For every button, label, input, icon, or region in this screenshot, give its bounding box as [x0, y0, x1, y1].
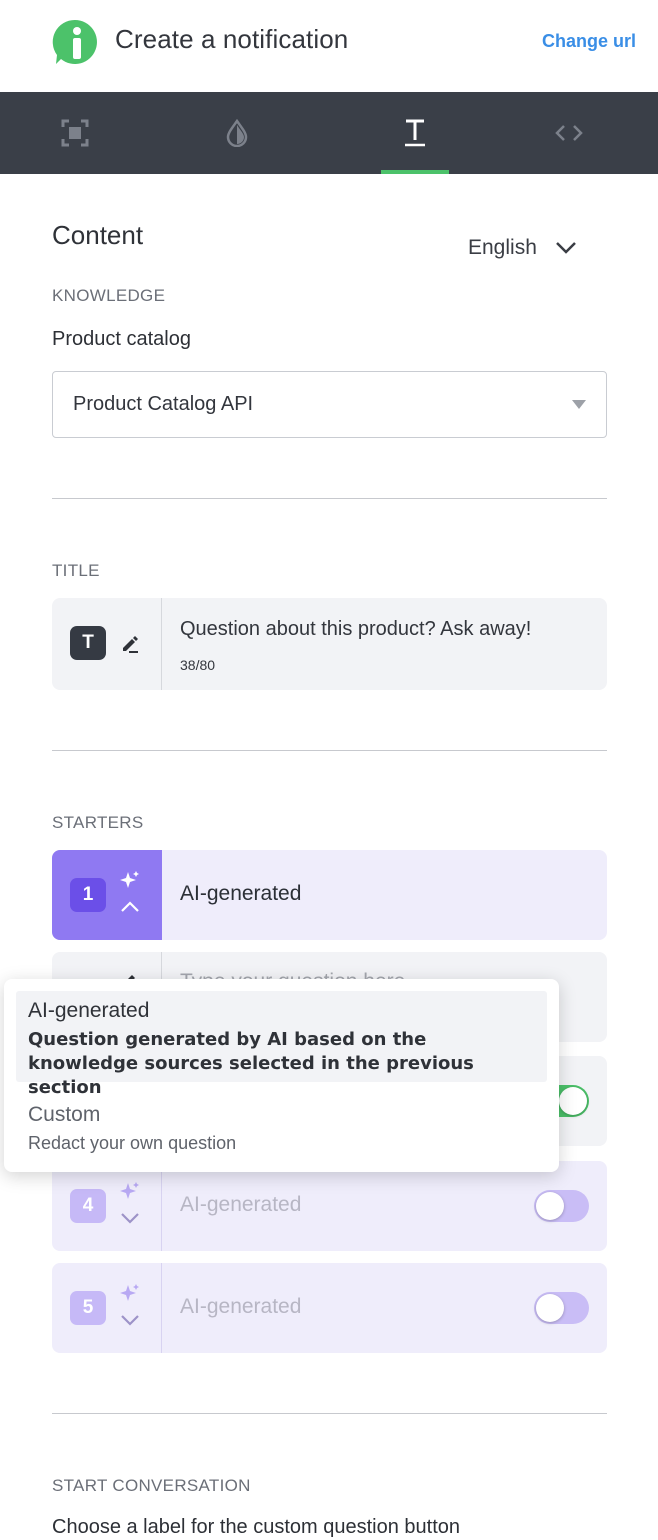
- toggle-knob: [559, 1087, 587, 1115]
- product-catalog-select[interactable]: Product Catalog API: [52, 371, 607, 438]
- starter-type-dropdown: AI-generated Question generated by AI ba…: [4, 979, 559, 1172]
- tab-code[interactable]: [524, 92, 614, 174]
- option-description: Question generated by AI based on the kn…: [28, 1029, 474, 1098]
- toggle-knob: [536, 1294, 564, 1322]
- page-title: Create a notification: [115, 24, 349, 54]
- product-catalog-label: Product catalog: [52, 328, 191, 350]
- frame-icon: [61, 119, 89, 147]
- option-title: AI-generated: [28, 999, 150, 1022]
- option-title: Custom: [28, 1103, 101, 1126]
- title-value: Question about this product? Ask away!: [180, 618, 532, 640]
- starter-controls: 4: [52, 1161, 162, 1251]
- starter-controls: 5: [52, 1263, 162, 1353]
- tab-content[interactable]: [381, 92, 449, 174]
- tab-layout[interactable]: [30, 92, 120, 174]
- sparkles-icon: [120, 1182, 139, 1199]
- starter-toggle[interactable]: [534, 1292, 589, 1324]
- option-ai-generated[interactable]: AI-generated Question generated by AI ba…: [16, 991, 547, 1098]
- title-field-controls: T: [52, 598, 162, 690]
- starter-type-label: AI-generated: [180, 882, 302, 905]
- custom-question-button-label: Choose a label for the custom question b…: [52, 1516, 461, 1538]
- pen-icon[interactable]: [120, 634, 140, 654]
- starter-toggle[interactable]: [534, 1190, 589, 1222]
- start-conversation-section-label: START CONVERSATION: [52, 1476, 251, 1495]
- option-custom[interactable]: Custom Redact your own question: [16, 1091, 547, 1161]
- divider: [52, 1413, 607, 1414]
- starter-number-badge: 4: [70, 1189, 106, 1223]
- code-icon: [555, 125, 583, 141]
- toggle-knob: [536, 1192, 564, 1220]
- starter-row-4[interactable]: 4 AI-generated: [52, 1161, 607, 1251]
- drop-icon: [226, 119, 248, 147]
- header: Create a notification Change url: [0, 0, 658, 92]
- sparkles-icon: [120, 1284, 139, 1301]
- language-select[interactable]: English: [468, 236, 577, 260]
- starter-row-1[interactable]: 1 AI-generated: [52, 850, 607, 940]
- starter-controls: 1: [52, 850, 162, 940]
- sparkles-icon: [120, 871, 139, 888]
- starter-number-badge: 5: [70, 1291, 106, 1325]
- tab-style[interactable]: [192, 92, 282, 174]
- change-url-link[interactable]: Change url: [542, 31, 636, 52]
- title-field[interactable]: T Question about this product? Ask away!…: [52, 598, 607, 690]
- starters-section-label: STARTERS: [52, 813, 144, 832]
- text-icon: [405, 119, 425, 147]
- text-type-badge: T: [70, 626, 106, 660]
- starter-type-label: AI-generated: [180, 1193, 302, 1216]
- chevron-down-icon[interactable]: [120, 1212, 140, 1224]
- starter-row-5[interactable]: 5 AI-generated: [52, 1263, 607, 1353]
- title-char-count: 38/80: [180, 657, 216, 673]
- starter-number-badge: 1: [70, 878, 106, 912]
- caret-down-icon: [572, 400, 586, 409]
- content-heading: Content: [52, 220, 144, 250]
- title-section-label: TITLE: [52, 561, 100, 580]
- option-description: Redact your own question: [28, 1133, 237, 1153]
- divider: [52, 750, 607, 751]
- info-logo-icon: [52, 19, 97, 64]
- starter-type-label: AI-generated: [180, 1295, 302, 1318]
- chevron-down-icon[interactable]: [120, 1314, 140, 1326]
- language-value: English: [468, 236, 537, 259]
- product-catalog-value: Product Catalog API: [73, 393, 254, 415]
- chevron-down-icon: [556, 242, 576, 254]
- editor-tabbar: [0, 92, 658, 174]
- divider: [52, 498, 607, 499]
- knowledge-section-label: KNOWLEDGE: [52, 286, 166, 305]
- chevron-up-icon[interactable]: [120, 901, 140, 913]
